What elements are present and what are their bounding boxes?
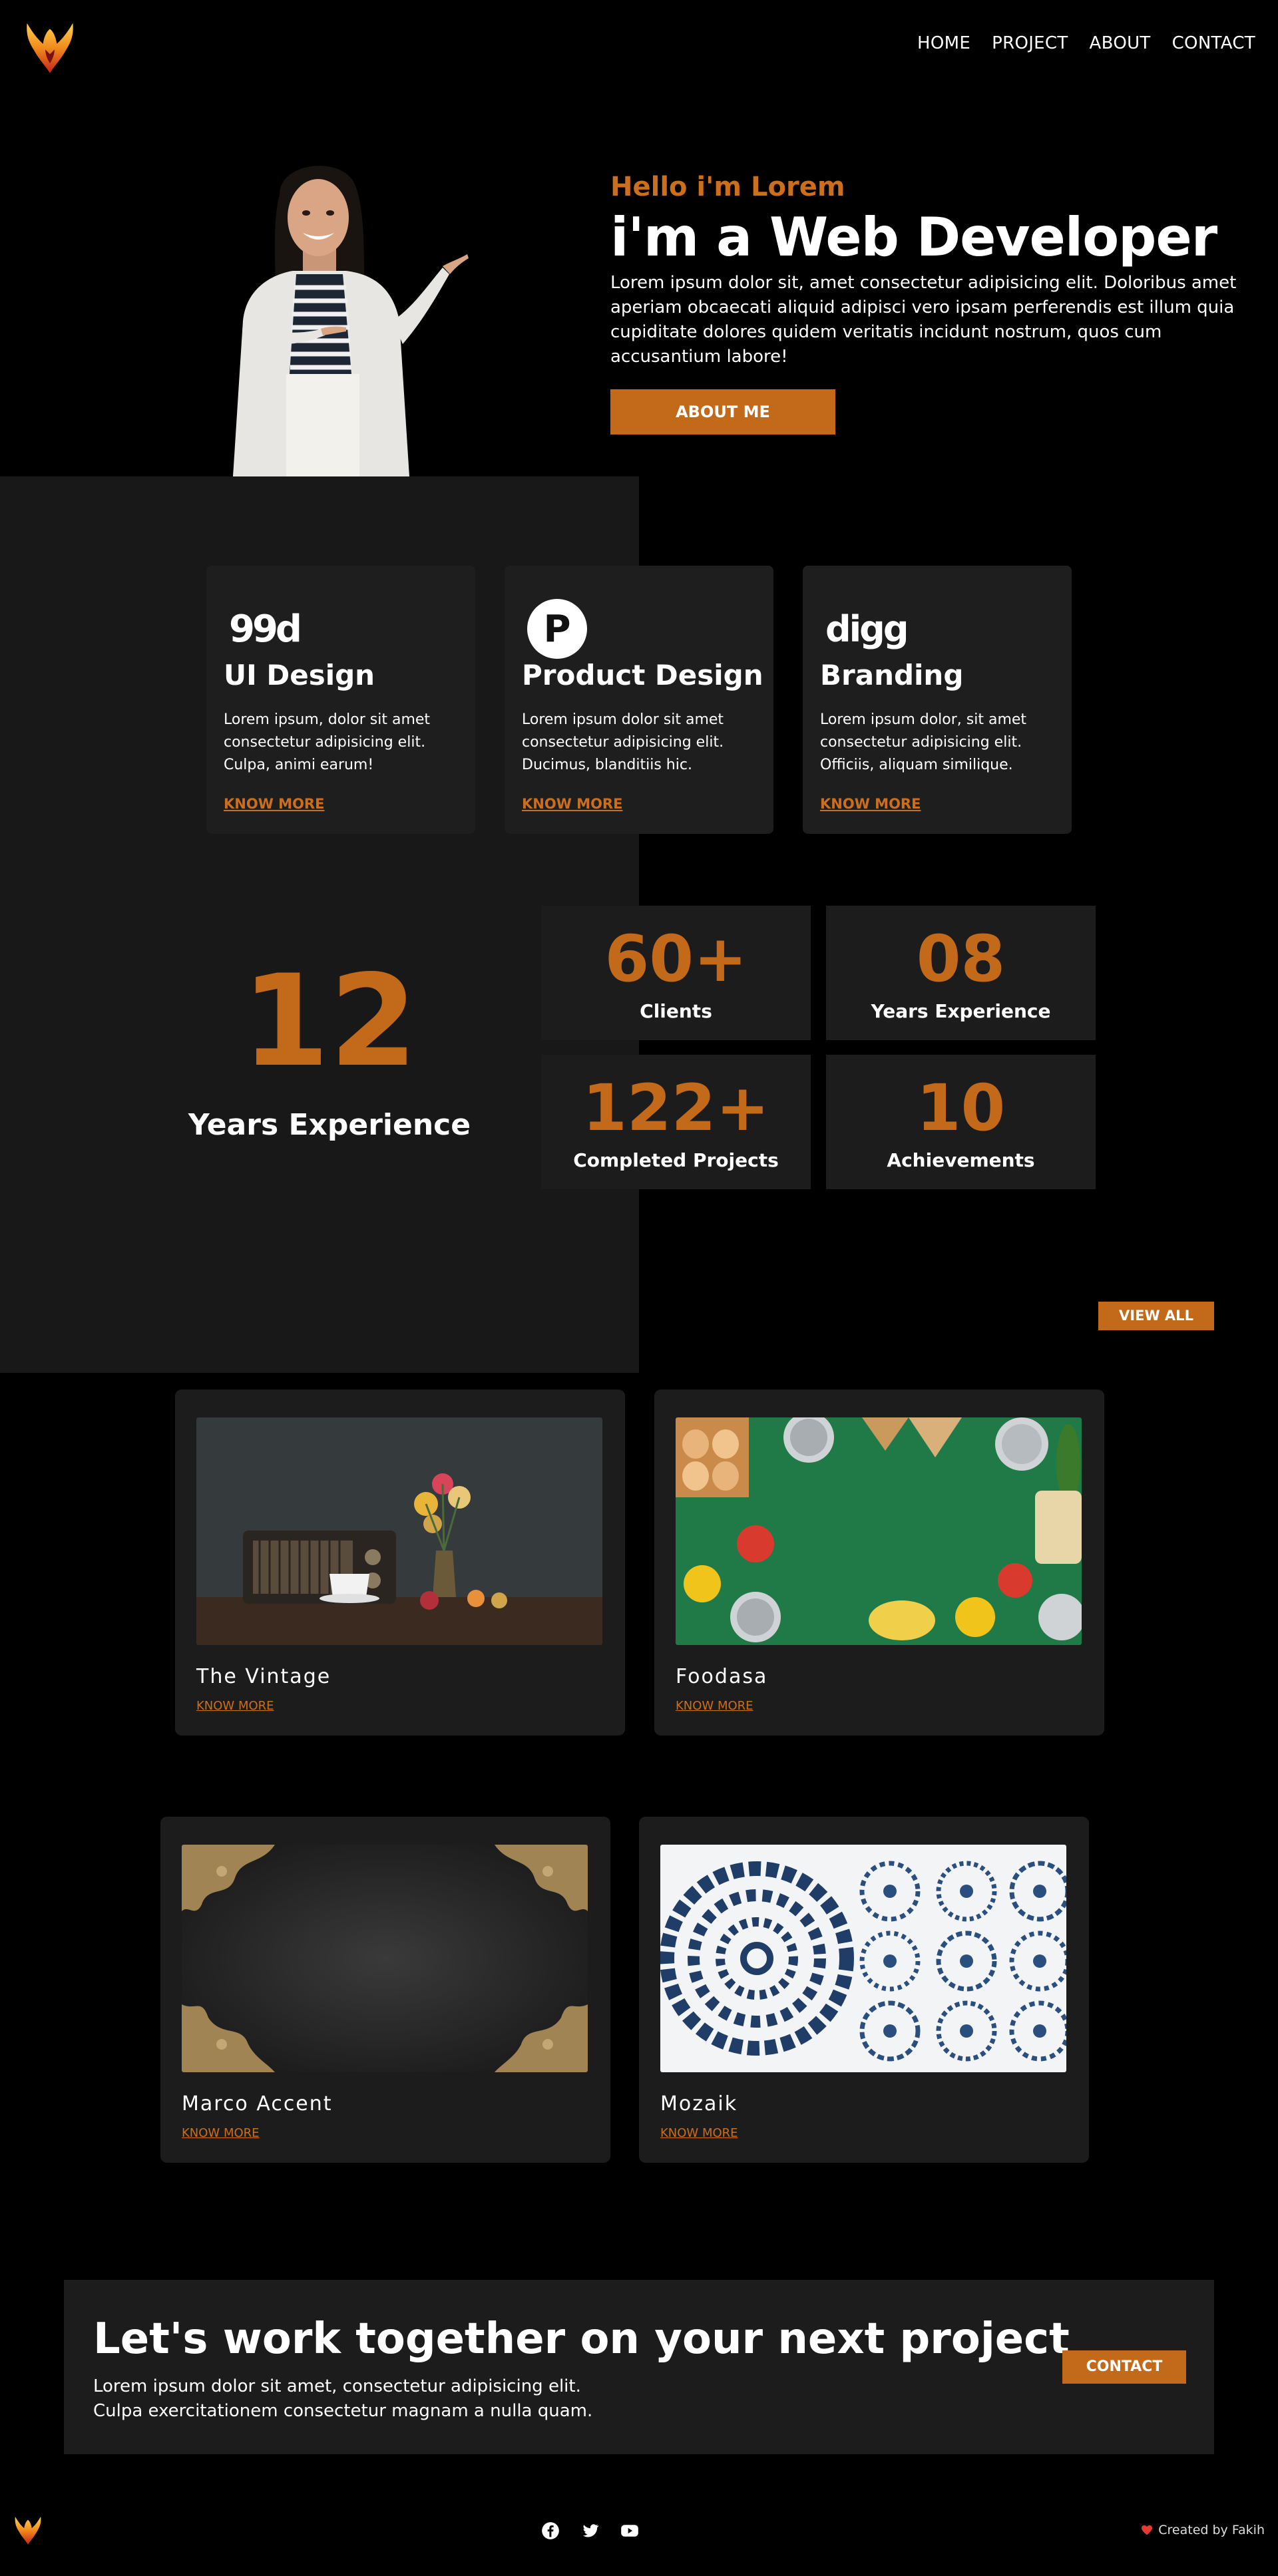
cta-section: Let's work together on your next project…: [64, 2280, 1214, 2454]
project-title: Foodasa: [676, 1665, 768, 1688]
contact-button[interactable]: CONTACT: [1062, 2350, 1186, 2384]
service-know-more-link[interactable]: KNOW MORE: [820, 796, 921, 812]
service-card-product-design: P Product Design Lorem ipsum dolor sit a…: [505, 566, 773, 834]
cta-heading: Let's work together on your next project: [93, 2314, 1070, 2364]
stat-value: 60+: [604, 922, 747, 996]
hero-headline: i'm a Web Developer: [610, 206, 1217, 268]
project-card-the-vintage[interactable]: The Vintage KNOW MORE: [175, 1389, 625, 1736]
project-image: [660, 1845, 1066, 2072]
digg-icon: digg: [825, 608, 909, 650]
service-text: Lorem ipsum dolor sit amet consectetur a…: [522, 711, 724, 773]
project-card-foodasa[interactable]: Foodasa KNOW MORE: [654, 1389, 1104, 1736]
project-title: Marco Accent: [182, 2092, 333, 2116]
service-title: Branding: [820, 659, 964, 691]
project-know-more-link[interactable]: KNOW MORE: [676, 1699, 753, 1713]
stat-label: Achievements: [887, 1149, 1035, 1171]
service-card-branding: digg Branding Lorem ipsum dolor, sit ame…: [803, 566, 1072, 834]
view-all-button[interactable]: VIEW ALL: [1098, 1302, 1214, 1330]
project-card-mozaik[interactable]: Mozaik KNOW MORE: [639, 1817, 1089, 2163]
phoenix-logo-icon[interactable]: [12, 2514, 44, 2546]
service-card-ui-design: 99d UI Design Lorem ipsum, dolor sit ame…: [206, 566, 475, 834]
nav-contact[interactable]: CONTACT: [1172, 33, 1255, 53]
heart-icon: [1142, 2525, 1153, 2535]
project-know-more-link[interactable]: KNOW MORE: [196, 1699, 274, 1713]
hero-description: Lorem ipsum dolor sit, amet consectetur …: [610, 273, 1237, 367]
stat-card-projects: 122+ Completed Projects: [541, 1055, 811, 1189]
project-title: The Vintage: [196, 1665, 331, 1688]
twitter-icon[interactable]: [581, 2521, 600, 2540]
about-me-button[interactable]: ABOUT ME: [610, 389, 835, 435]
footer-credit: Created by Fakih: [1141, 2523, 1265, 2537]
service-know-more-link[interactable]: KNOW MORE: [522, 796, 622, 812]
stat-card-clients: 60+ Clients: [541, 906, 811, 1040]
project-title: Mozaik: [660, 2092, 738, 2116]
project-image: [182, 1845, 588, 2072]
youtube-icon[interactable]: [620, 2521, 639, 2540]
stat-value: 122+: [582, 1071, 769, 1145]
stat-value: 10: [916, 1071, 1006, 1145]
service-know-more-link[interactable]: KNOW MORE: [224, 796, 324, 812]
stat-label: Completed Projects: [573, 1149, 779, 1171]
stat-label: Years Experience: [871, 1000, 1051, 1022]
nav-home[interactable]: HOME: [917, 33, 970, 53]
project-image: [196, 1417, 602, 1645]
hero-greeting: Hello i'm Lorem: [610, 172, 845, 202]
project-know-more-link[interactable]: KNOW MORE: [660, 2126, 738, 2140]
stat-card-achievements: 10 Achievements: [826, 1055, 1096, 1189]
project-know-more-link[interactable]: KNOW MORE: [182, 2126, 260, 2140]
service-text: Lorem ipsum dolor, sit amet consectetur …: [820, 711, 1027, 773]
credit-text: Created by Fakih: [1158, 2523, 1265, 2537]
project-image: [676, 1417, 1082, 1645]
cta-line-1: Lorem ipsum dolor sit amet, consectetur …: [93, 2376, 581, 2396]
cta-text: Lorem ipsum dolor sit amet, consectetur …: [93, 2374, 592, 2424]
99designs-icon: 99d: [229, 607, 302, 651]
project-card-marco-accent[interactable]: Marco Accent KNOW MORE: [160, 1817, 610, 2163]
producthunt-icon: P: [527, 599, 587, 659]
nav-project[interactable]: PROJECT: [992, 33, 1068, 53]
nav-about[interactable]: ABOUT: [1090, 33, 1151, 53]
hero-portrait-image: [233, 166, 469, 476]
stat-card-years: 08 Years Experience: [826, 906, 1096, 1040]
main-nav: HOME PROJECT ABOUT CONTACT: [917, 33, 1255, 53]
phoenix-logo-icon[interactable]: [21, 19, 79, 76]
cta-line-2: Culpa exercitationem consectetur magnam …: [93, 2401, 593, 2421]
stat-value: 08: [916, 922, 1006, 996]
stat-label: Clients: [640, 1000, 712, 1022]
service-title: Product Design: [522, 659, 763, 691]
facebook-icon[interactable]: [541, 2521, 560, 2540]
service-text: Lorem ipsum, dolor sit amet consectetur …: [224, 711, 431, 773]
service-title: UI Design: [224, 659, 375, 691]
